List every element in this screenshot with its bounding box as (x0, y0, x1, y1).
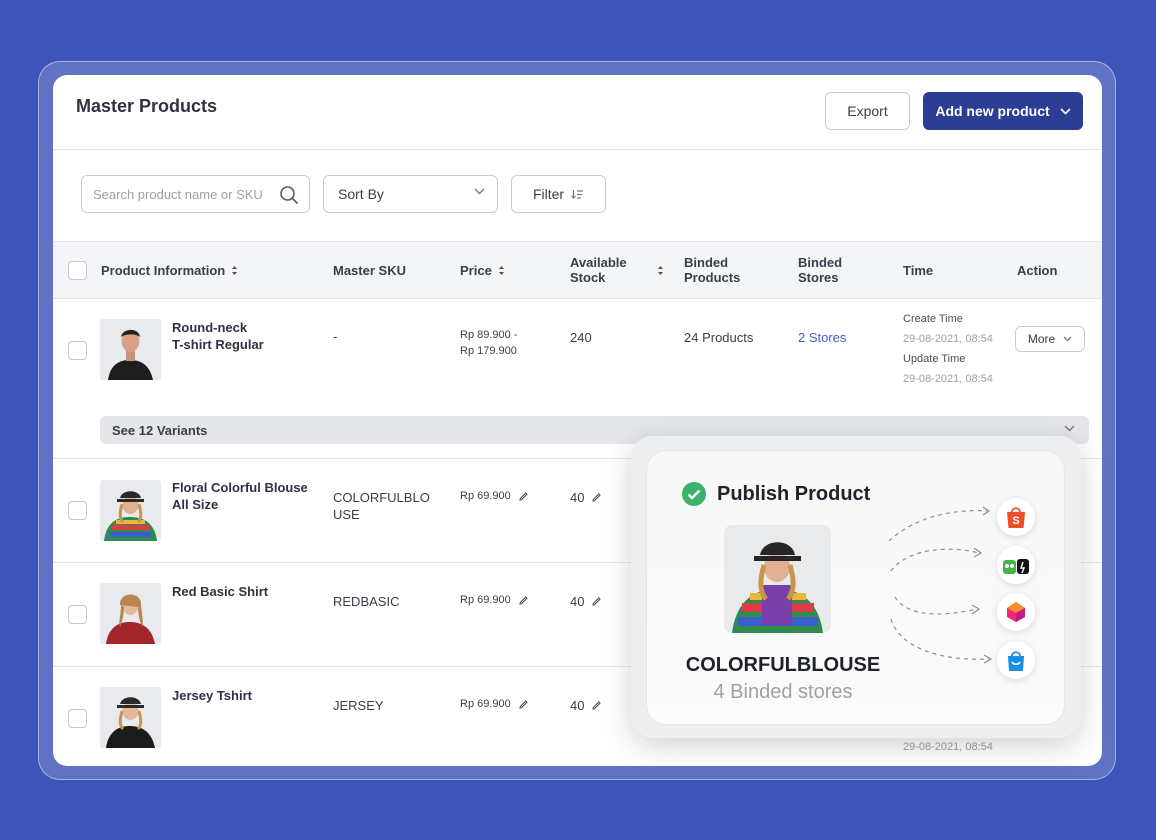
column-label: Price (460, 263, 492, 278)
edit-icon[interactable] (592, 597, 602, 606)
product-sku: COLORFULBLOUSE (685, 654, 881, 676)
publish-product-title: Publish Product (717, 483, 871, 505)
column-label: Master SKU (333, 263, 406, 278)
sort-by-label: Sort By (338, 186, 384, 202)
binded-stores-count: 4 Binded stores (713, 681, 853, 703)
available-stock: 240 (570, 330, 592, 345)
column-price[interactable]: Price (460, 263, 505, 278)
master-sku: REDBASIC (333, 594, 400, 609)
row-checkbox[interactable] (68, 341, 87, 360)
column-label: Binded Stores (798, 255, 843, 285)
create-time-label: Create Time (903, 313, 963, 325)
binded-stores-link[interactable]: 2 Stores (798, 329, 846, 346)
column-time: Time (903, 263, 933, 278)
column-binded-products: Binded Products (684, 255, 740, 285)
column-product-information[interactable]: Product Information (101, 263, 238, 278)
product-name[interactable]: Jersey Tshirt (172, 687, 252, 704)
more-label: More (1027, 332, 1056, 346)
column-label: Time (903, 263, 934, 278)
select-all-checkbox[interactable] (68, 261, 87, 280)
sort-icon (657, 265, 663, 275)
available-stock: 40 (570, 697, 602, 714)
edit-icon[interactable] (592, 701, 602, 710)
export-button[interactable]: Export (825, 92, 910, 130)
master-sku: COLORFULBLO USE (333, 490, 430, 522)
price: Rp 69.900 (460, 488, 528, 504)
price: Rp 69.900 (460, 696, 528, 712)
price-range: Rp 89.900 - Rp 179.900 (460, 329, 518, 357)
toolbar: Search product name or SKU Sort By Filte… (53, 150, 1102, 242)
chevron-down-icon (1060, 107, 1071, 115)
connection-arrows (888, 506, 993, 664)
column-master-sku: Master SKU (333, 263, 406, 278)
binded-products: 24 Products (684, 330, 754, 345)
column-label: Action (1017, 263, 1058, 278)
create-time-value: 29-08-2021, 08:54 (903, 333, 993, 345)
chevron-down-icon (1064, 425, 1075, 432)
see-variants-label: See 12 Variants (112, 422, 208, 438)
product-thumbnail (100, 583, 161, 644)
update-time-value: 29-08-2021, 08:54 (903, 373, 993, 385)
add-new-product-label: Add new product (935, 103, 1050, 119)
product-thumbnail (100, 480, 161, 541)
product-image (724, 525, 831, 633)
shopee-icon: S (997, 498, 1035, 536)
blibli-icon (997, 641, 1035, 679)
edit-icon[interactable] (519, 595, 528, 605)
edit-icon[interactable] (519, 491, 528, 501)
check-circle-icon (682, 482, 706, 506)
search-input[interactable]: Search product name or SKU (81, 175, 310, 213)
sort-icon (232, 266, 238, 275)
update-time-value: 29-08-2021, 08:54 (903, 741, 993, 753)
row-checkbox[interactable] (68, 605, 87, 624)
page-title: Master Products (76, 96, 218, 116)
chevron-down-icon (474, 188, 485, 195)
publish-product-card: Publish Product COLORFULBLOUSE 4 Binded … (646, 450, 1065, 725)
search-icon (280, 186, 299, 205)
stock-value: 40 (570, 698, 585, 713)
row-checkbox[interactable] (68, 501, 87, 520)
time-info: Create Time 29-08-2021, 08:54 Update Tim… (903, 309, 993, 389)
product-thumbnail (100, 687, 161, 748)
column-label: Available Stock (570, 255, 627, 285)
add-new-product-button[interactable]: Add new product (923, 92, 1083, 130)
sort-icon (498, 266, 504, 275)
column-label: Binded Products (684, 255, 741, 285)
available-stock: 40 (570, 593, 602, 610)
column-action: Action (1017, 263, 1057, 278)
product-name[interactable]: Floral Colorful Blouse All Size (172, 479, 308, 513)
chevron-down-icon (1063, 336, 1072, 342)
stock-value: 40 (570, 594, 585, 609)
product-thumbnail (100, 319, 161, 380)
price-value: Rp 69.900 (460, 594, 511, 606)
master-sku: - (333, 329, 338, 344)
edit-icon[interactable] (592, 493, 602, 502)
sort-by-select[interactable]: Sort By (323, 175, 498, 213)
stock-value: 40 (570, 490, 585, 505)
product-name[interactable]: Red Basic Shirt (172, 583, 268, 600)
available-stock: 40 (570, 489, 602, 506)
page-header: Master Products Export Add new product (53, 75, 1102, 150)
filter-button[interactable]: Filter (511, 175, 606, 213)
master-sku: JERSEY (333, 698, 384, 713)
column-label: Product Information (101, 263, 226, 278)
edit-icon[interactable] (519, 699, 528, 709)
svg-text:S: S (1012, 515, 1019, 527)
price-value: Rp 69.900 (460, 698, 511, 710)
more-button[interactable]: More (1015, 326, 1085, 352)
row-checkbox[interactable] (68, 709, 87, 728)
column-available-stock[interactable]: Available Stock (570, 255, 664, 285)
filter-icon (571, 189, 584, 199)
column-binded-stores: Binded Stores (798, 255, 842, 285)
price-value: Rp 69.900 (460, 490, 511, 502)
lazada-icon (997, 593, 1035, 631)
tokopedia-icon (997, 546, 1035, 584)
price: Rp 69.900 (460, 592, 528, 608)
table-header: Product Information Master SKU Price Ava… (53, 242, 1102, 299)
product-name[interactable]: Round-neck T-shirt Regular (172, 319, 264, 353)
update-time-label: Update Time (903, 353, 966, 365)
search-placeholder: Search product name or SKU (93, 186, 263, 202)
filter-label: Filter (532, 186, 565, 202)
